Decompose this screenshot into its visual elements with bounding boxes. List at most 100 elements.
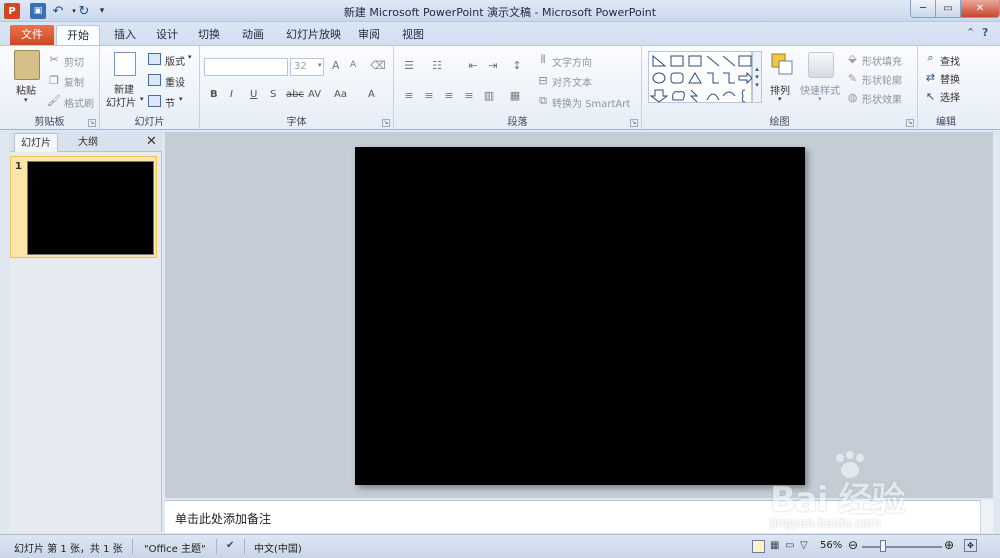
quick-styles-dropdown-icon[interactable]: ▾	[818, 95, 822, 103]
strikethrough-button[interactable]: abc	[286, 89, 304, 100]
close-button[interactable]: ✕	[960, 0, 1000, 18]
zoom-out-icon[interactable]: ⊖	[848, 538, 858, 552]
distributed-icon[interactable]: ▥	[482, 88, 496, 102]
reset-label[interactable]: 重设	[165, 74, 185, 89]
char-spacing-button[interactable]: AV	[308, 89, 321, 100]
paste-label[interactable]: 粘贴	[16, 82, 36, 97]
slide-canvas[interactable]	[355, 147, 805, 485]
tab-transitions[interactable]: 切换	[188, 25, 230, 45]
numbering-icon[interactable]: ☷	[430, 58, 444, 72]
shape-fill-icon[interactable]: ⬙	[846, 52, 859, 65]
underline-button[interactable]: U	[250, 89, 257, 100]
section-label[interactable]: 节	[165, 95, 175, 110]
bullets-icon[interactable]: ☰	[402, 58, 416, 72]
cut-icon[interactable]: ✂	[48, 53, 60, 66]
maximize-button[interactable]: ▭	[935, 0, 961, 18]
shadow-button[interactable]: S	[270, 89, 276, 100]
copy-icon[interactable]: ❐	[48, 74, 60, 87]
new-slide-icon[interactable]	[114, 52, 136, 76]
align-center-icon[interactable]: ≡	[422, 88, 436, 102]
slide-thumbnail-item[interactable]: 1	[10, 156, 157, 258]
zoom-slider-thumb[interactable]	[880, 540, 886, 552]
zoom-level[interactable]: 56%	[820, 540, 842, 551]
layout-dropdown-icon[interactable]: ▾	[188, 53, 192, 61]
layout-icon[interactable]	[148, 53, 161, 65]
increase-indent-icon[interactable]: ⇥	[486, 58, 500, 72]
shape-fill-label[interactable]: 形状填充	[862, 53, 902, 68]
align-left-icon[interactable]: ≡	[402, 88, 416, 102]
slideshow-icon[interactable]: ▽	[800, 540, 808, 551]
shrink-font-icon[interactable]: A	[350, 60, 356, 70]
slide-thumbnail[interactable]	[27, 161, 154, 255]
paragraph-launcher-icon[interactable]: ↘	[630, 119, 638, 127]
smartart-icon[interactable]: ⧉	[536, 94, 550, 108]
font-size-dropdown-icon[interactable]: ▾	[318, 61, 322, 69]
text-direction-label[interactable]: 文字方向	[552, 54, 592, 69]
tab-insert[interactable]: 插入	[104, 25, 146, 45]
align-text-label[interactable]: 对齐文本	[552, 74, 592, 89]
minimize-button[interactable]: ─	[910, 0, 936, 18]
tab-slideshow[interactable]: 幻灯片放映	[276, 25, 351, 45]
tab-home[interactable]: 开始	[56, 25, 100, 45]
tab-review[interactable]: 审阅	[348, 25, 390, 45]
tab-slides[interactable]: 幻灯片	[14, 133, 58, 152]
copy-label[interactable]: 复制	[64, 74, 84, 89]
theme-name[interactable]: "Office 主题"	[144, 540, 206, 555]
section-dropdown-icon[interactable]: ▾	[179, 95, 183, 103]
normal-view-icon[interactable]	[752, 540, 765, 553]
shape-outline-icon[interactable]: ✎	[846, 72, 859, 85]
paste-dropdown-icon[interactable]: ▾	[24, 96, 28, 104]
section-icon[interactable]	[148, 95, 161, 107]
zoom-in-icon[interactable]: ⊕	[944, 538, 954, 552]
tab-file[interactable]: 文件	[10, 25, 54, 45]
language[interactable]: 中文(中国)	[254, 540, 302, 555]
slide-sorter-icon[interactable]: ▦	[770, 540, 779, 551]
grow-font-icon[interactable]: A	[332, 59, 340, 72]
zoom-slider[interactable]	[862, 546, 942, 548]
find-icon[interactable]: ⌕	[924, 51, 937, 64]
clear-formatting-icon[interactable]: ⌫	[370, 57, 386, 73]
shapes-scroll-icon[interactable]: ▴ ▾ ▾	[752, 51, 762, 103]
justify-icon[interactable]: ≡	[462, 88, 476, 102]
shapes-gallery[interactable]	[648, 51, 753, 103]
format-painter-label[interactable]: 格式刷	[64, 95, 94, 110]
replace-label[interactable]: 替换	[940, 71, 960, 86]
arrange-dropdown-icon[interactable]: ▾	[778, 95, 782, 103]
change-case-button[interactable]: Aa	[334, 89, 347, 100]
tab-outline[interactable]: 大纲	[62, 133, 114, 152]
help-icon[interactable]: ?	[982, 26, 988, 39]
line-spacing-icon[interactable]: ↕	[510, 58, 524, 72]
quick-styles-icon[interactable]	[808, 52, 834, 78]
clipboard-launcher-icon[interactable]: ↘	[88, 119, 96, 127]
columns-icon[interactable]: ▦	[508, 88, 522, 102]
format-painter-icon[interactable]: 🖌	[47, 94, 61, 107]
notes-placeholder[interactable]: 单击此处添加备注	[175, 510, 271, 527]
shape-outline-label[interactable]: 形状轮廓	[862, 72, 902, 87]
decrease-indent-icon[interactable]: ⇤	[466, 58, 480, 72]
close-icon[interactable]: ✕	[146, 134, 157, 149]
italic-button[interactable]: I	[230, 89, 233, 100]
spell-check-icon[interactable]: ✔	[226, 540, 234, 551]
drawing-launcher-icon[interactable]: ↘	[906, 119, 914, 127]
font-name-combo[interactable]	[204, 58, 288, 76]
smartart-label[interactable]: 转换为 SmartArt	[552, 95, 630, 110]
paste-icon[interactable]	[14, 50, 40, 80]
align-text-icon[interactable]: ⊟	[536, 73, 550, 87]
shape-effects-icon[interactable]: ◍	[846, 91, 859, 104]
new-slide-label-2[interactable]: 幻灯片	[106, 94, 136, 109]
font-launcher-icon[interactable]: ↘	[382, 119, 390, 127]
text-direction-icon[interactable]: ⫴	[536, 53, 550, 67]
notes-scrollbar[interactable]	[980, 500, 993, 533]
replace-icon[interactable]: ⇄	[924, 71, 937, 84]
reading-view-icon[interactable]: ▭	[785, 540, 794, 551]
select-label[interactable]: 选择	[940, 89, 960, 104]
fit-to-window-icon[interactable]: ✥	[964, 539, 977, 552]
align-right-icon[interactable]: ≡	[442, 88, 456, 102]
cut-label[interactable]: 剪切	[64, 54, 84, 69]
tab-animations[interactable]: 动画	[232, 25, 274, 45]
font-color-button[interactable]: A	[368, 89, 375, 100]
find-label[interactable]: 查找	[940, 53, 960, 68]
shape-effects-label[interactable]: 形状效果	[862, 91, 902, 106]
tab-design[interactable]: 设计	[146, 25, 188, 45]
select-icon[interactable]: ↖	[924, 90, 937, 103]
